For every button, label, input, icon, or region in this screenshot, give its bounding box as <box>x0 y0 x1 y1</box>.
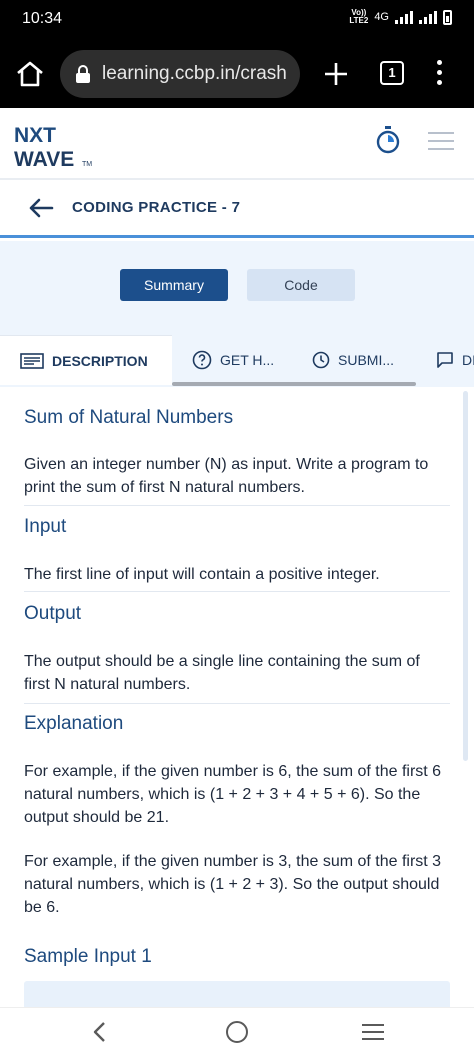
new-tab-icon[interactable] <box>322 60 350 88</box>
content-scrollbar[interactable] <box>463 391 468 761</box>
address-bar[interactable]: learning.ccbp.in/crash <box>60 50 300 98</box>
code-button[interactable]: Code <box>247 269 355 301</box>
tab-description-label: DESCRIPTION <box>52 352 148 369</box>
divider <box>24 591 450 592</box>
hamburger-menu-icon[interactable] <box>428 132 454 150</box>
input-text: The first line of input will contain a p… <box>24 566 380 583</box>
volte-icon: Vo)) LTE2 <box>349 8 369 25</box>
sample-input-box <box>24 981 450 1007</box>
tab-description[interactable]: DESCRIPTION <box>0 335 172 385</box>
browser-toolbar: learning.ccbp.in/crash 1 <box>0 40 474 108</box>
tab-count-button[interactable]: 1 <box>380 61 404 85</box>
back-arrow-icon[interactable] <box>28 197 54 219</box>
browser-menu-icon[interactable] <box>436 60 444 88</box>
nav-back-icon[interactable] <box>92 1021 108 1043</box>
timer-icon[interactable] <box>376 126 400 154</box>
tab-submissions-label: SUBMI... <box>338 352 395 368</box>
tab-get-hints-label: GET H... <box>220 352 275 368</box>
view-toggle: Summary Code <box>0 241 474 335</box>
tab-bar: DESCRIPTION GET H... SUBMI... DI <box>0 335 474 387</box>
status-icons: Vo)) LTE2 4G <box>349 9 452 25</box>
practice-title-row: CODING PRACTICE - 7 <box>0 182 474 238</box>
status-bar: 10:34 Vo)) LTE2 4G <box>0 0 474 40</box>
output-heading: Output <box>24 603 82 624</box>
explanation-paragraph-1: For example, if the given number is 6, t… <box>24 763 442 826</box>
problem-title: Sum of Natural Numbers <box>24 407 234 428</box>
question-circle-icon <box>192 350 212 370</box>
description-panel: Sum of Natural Numbers Given an integer … <box>0 387 474 1007</box>
sample-input-heading: Sample Input 1 <box>24 946 152 967</box>
nxtwave-logo[interactable]: NXT WAVE TM <box>14 120 104 170</box>
input-heading: Input <box>24 516 67 537</box>
tab-scrollbar[interactable] <box>172 382 416 386</box>
app-header: NXT WAVE TM <box>0 108 474 180</box>
svg-text:WAVE: WAVE <box>14 148 74 170</box>
status-time: 10:34 <box>22 10 63 27</box>
network-type: 4G <box>374 11 389 23</box>
url-text: learning.ccbp.in/crash <box>102 63 287 84</box>
explanation-paragraph-2: For example, if the given number is 3, t… <box>24 853 442 916</box>
battery-icon <box>443 9 452 25</box>
svg-text:TM: TM <box>82 161 92 168</box>
tab-discuss-label: DI <box>462 352 474 368</box>
system-nav-bar <box>0 1007 474 1056</box>
svg-text:NXT: NXT <box>14 124 56 147</box>
nav-recents-icon[interactable] <box>362 1024 384 1040</box>
problem-statement: Given an integer number (N) as input. Wr… <box>24 456 429 496</box>
nav-home-icon[interactable] <box>226 1021 248 1043</box>
divider <box>24 505 450 506</box>
home-icon[interactable] <box>14 58 46 90</box>
description-icon <box>20 352 44 369</box>
divider <box>24 703 450 704</box>
summary-button[interactable]: Summary <box>120 269 228 301</box>
clock-icon <box>312 351 330 369</box>
tab-submissions[interactable]: SUBMI... <box>312 335 412 385</box>
lock-icon <box>76 65 90 83</box>
practice-title: CODING PRACTICE - 7 <box>72 199 241 216</box>
explanation-heading: Explanation <box>24 713 124 734</box>
signal-icon <box>395 10 413 24</box>
tab-get-hints[interactable]: GET H... <box>192 335 292 385</box>
signal-icon-2 <box>419 10 437 24</box>
output-text: The output should be a single line conta… <box>24 653 420 693</box>
comment-icon <box>437 352 453 368</box>
tab-discuss[interactable]: DI <box>436 335 474 385</box>
